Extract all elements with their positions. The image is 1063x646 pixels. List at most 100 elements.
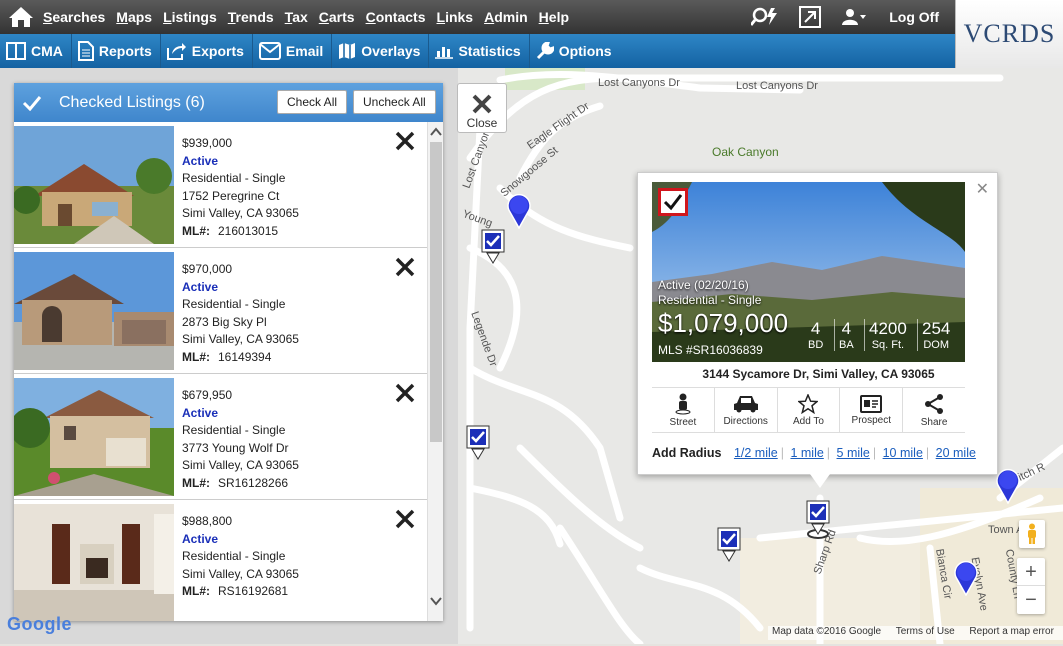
scroll-up-icon[interactable] — [430, 125, 442, 139]
listing-photo[interactable] — [14, 504, 174, 621]
zoom-control: + − — [1017, 558, 1045, 614]
popup-stat-dom: 254 DOM — [917, 319, 954, 351]
toolbar-overlays-button[interactable]: Overlays — [332, 34, 430, 68]
nav-searches[interactable]: Searches — [43, 9, 105, 25]
remove-listing-icon[interactable] — [394, 256, 416, 278]
radius-half-mile-link[interactable]: 1/2 mile — [734, 446, 778, 460]
listing-photo[interactable] — [14, 252, 174, 370]
zoom-in-button[interactable]: + — [1017, 558, 1045, 586]
remove-listing-icon[interactable] — [394, 508, 416, 530]
scroll-down-icon[interactable] — [430, 594, 442, 608]
toolbar-statistics-button[interactable]: Statistics — [429, 34, 530, 68]
toolbar-cma-button[interactable]: CMA — [0, 34, 72, 68]
toolbar-options-button[interactable]: Options — [530, 34, 620, 68]
home-icon[interactable] — [8, 5, 34, 29]
street-view-pegman[interactable] — [1019, 520, 1045, 548]
logo-text: VCRDS — [963, 19, 1056, 48]
radius-20-mile-link[interactable]: 20 mile — [936, 446, 976, 460]
action-prospect[interactable]: Prospect — [840, 388, 904, 432]
toolbar-label: Reports — [98, 43, 152, 59]
listing-street: 1752 Peregrine Ct — [182, 188, 280, 203]
action-add-to[interactable]: Add To — [778, 388, 841, 432]
check-all-button[interactable]: Check All — [277, 90, 348, 114]
action-street[interactable]: Street — [652, 388, 715, 432]
user-menu-icon[interactable] — [841, 8, 867, 26]
listing-status: Active — [182, 531, 219, 546]
radius-5-mile-link[interactable]: 5 mile — [837, 446, 870, 460]
nav-admin[interactable]: Admin — [484, 9, 528, 25]
top-nav-bar: Searches Maps Listings Trends Tax Carts … — [0, 0, 955, 34]
report-map-error-link[interactable]: Report a map error — [969, 626, 1053, 637]
map-footer: Map data ©2016 Google Terms of Use Repor… — [768, 626, 1063, 640]
listing-item[interactable]: $939,000 Active Residential - Single 175… — [14, 122, 443, 248]
map-checked-marker[interactable] — [481, 229, 505, 265]
add-radius-row: Add Radius 1/2 mile | 1 mile | 5 mile | 10 … — [652, 446, 976, 460]
scrollbar-thumb[interactable] — [430, 142, 442, 442]
listing-price: $939,000 — [182, 136, 233, 150]
nav-maps[interactable]: Maps — [116, 9, 152, 25]
person-icon — [675, 393, 691, 414]
road-label: Oak Canyon — [712, 145, 779, 159]
vcrds-logo: VCRDS — [955, 0, 1063, 68]
listing-item[interactable]: $679,950 Active Residential - Single 377… — [14, 374, 443, 500]
listing-status: Active — [182, 279, 219, 294]
nav-trends[interactable]: Trends — [228, 9, 274, 25]
external-window-icon[interactable] — [799, 6, 822, 28]
toolbar-label: Overlays — [361, 43, 421, 59]
nav-carts[interactable]: Carts — [319, 9, 355, 25]
bar-chart-icon — [435, 47, 454, 59]
map-checked-marker-selected[interactable] — [806, 500, 830, 540]
listing-item[interactable]: $970,000 Active Residential - Single 287… — [14, 248, 443, 374]
nav-help[interactable]: Help — [539, 9, 569, 25]
map-pin-blue[interactable] — [507, 193, 531, 229]
listing-scrollbar[interactable] — [427, 122, 443, 621]
nav-contacts[interactable]: Contacts — [366, 9, 426, 25]
nav-tax[interactable]: Tax — [285, 9, 308, 25]
listing-item[interactable]: $988,800 Active Residential - Single Sim… — [14, 500, 443, 621]
toolbar-label: Statistics — [458, 43, 521, 59]
popup-tail — [810, 474, 830, 488]
listing-city: Simi Valley, CA 93065 — [182, 206, 299, 220]
nav-listings[interactable]: Listings — [163, 9, 217, 25]
map-checked-marker[interactable] — [466, 425, 490, 461]
popup-status: Active (02/20/16) — [658, 278, 749, 292]
toolbar-exports-button[interactable]: Exports — [161, 34, 253, 68]
listing-street: 3773 Young Wolf Dr — [182, 440, 289, 455]
uncheck-all-button[interactable]: Uncheck All — [353, 90, 436, 114]
action-share[interactable]: Share — [903, 388, 965, 432]
terms-of-use-link[interactable]: Terms of Use — [896, 626, 955, 637]
popup-photo[interactable]: Active (02/20/16) Residential - Single $… — [652, 182, 965, 362]
map-pin-blue[interactable] — [954, 560, 978, 596]
map-icon — [339, 43, 356, 59]
id-card-icon — [860, 394, 883, 413]
popup-checkbox[interactable] — [658, 188, 688, 216]
toolbar-email-button[interactable]: Email — [253, 34, 333, 68]
listing-street: 2873 Big Sky Pl — [182, 314, 267, 329]
map-checked-marker[interactable] — [717, 527, 741, 563]
map-pin-blue[interactable] — [996, 468, 1020, 504]
listing-photo[interactable] — [14, 378, 174, 496]
close-panel-button[interactable]: Close — [457, 83, 507, 133]
radius-1-mile-link[interactable]: 1 mile — [790, 446, 823, 460]
nav-links[interactable]: Links — [437, 9, 474, 25]
road-label: Lost Canyons Dr — [598, 77, 680, 89]
export-icon — [166, 43, 186, 60]
action-directions[interactable]: Directions — [715, 388, 778, 432]
remove-listing-icon[interactable] — [394, 382, 416, 404]
popup-close-icon[interactable]: ✕ — [976, 179, 989, 199]
quick-search-icon[interactable] — [751, 7, 779, 27]
listing-type: Residential - Single — [182, 423, 286, 437]
listing-photo[interactable] — [14, 126, 174, 244]
logoff-link[interactable]: Log Off — [889, 9, 939, 25]
close-icon — [472, 94, 492, 114]
listing-price: $679,950 — [182, 388, 233, 402]
listing-city: Simi Valley, CA 93065 — [182, 458, 299, 472]
remove-listing-icon[interactable] — [394, 130, 416, 152]
listing-price: $970,000 — [182, 262, 233, 276]
toolbar-reports-button[interactable]: Reports — [72, 34, 161, 68]
listing-list[interactable]: $939,000 Active Residential - Single 175… — [14, 122, 443, 621]
zoom-out-button[interactable]: − — [1017, 586, 1045, 614]
popup-mls: MLS #SR16036839 — [658, 343, 763, 357]
ml-label: ML#: — [182, 475, 210, 490]
radius-10-mile-link[interactable]: 10 mile — [883, 446, 923, 460]
